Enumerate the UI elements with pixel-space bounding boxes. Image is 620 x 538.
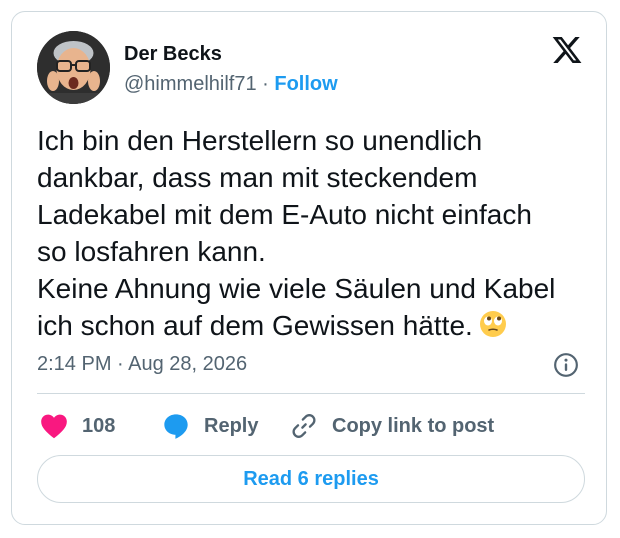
tweet-date[interactable]: Aug 28, 2026 xyxy=(128,353,247,375)
like-button[interactable]: 108 xyxy=(40,412,115,440)
reply-label: Reply xyxy=(204,414,259,437)
author-name[interactable]: Der Becks xyxy=(124,42,222,66)
author-handle[interactable]: @himmelhilf71 xyxy=(124,73,257,95)
time-separator: · xyxy=(111,353,129,375)
copy-link-button[interactable]: Copy link to post xyxy=(290,412,494,440)
tweet-text: Ich bin den Herstellern so unendlich dan… xyxy=(37,122,597,344)
tweet-time[interactable]: 2:14 PM xyxy=(37,353,111,375)
read-replies-button[interactable]: Read 6 replies xyxy=(37,455,585,503)
tweet-timestamp[interactable]: 2:14 PM · Aug 28, 2026 xyxy=(37,352,247,376)
info-icon[interactable] xyxy=(553,352,579,378)
tweet-card: Der Becks @himmelhilf71 · Follow Ich bin… xyxy=(11,11,607,525)
divider xyxy=(37,393,585,394)
reply-bubble-icon xyxy=(164,414,188,439)
follow-button[interactable]: Follow xyxy=(274,73,337,95)
heart-icon xyxy=(41,414,67,439)
read-replies-label: Read 6 replies xyxy=(243,467,379,490)
avatar[interactable] xyxy=(37,31,110,104)
like-count: 108 xyxy=(82,414,116,437)
x-logo-icon[interactable] xyxy=(551,34,583,66)
handle-separator: · xyxy=(256,73,275,95)
tweet-body: Ich bin den Herstellern so unendlich dan… xyxy=(37,125,556,341)
reply-button[interactable]: Reply xyxy=(162,412,258,440)
author-handle-row: @himmelhilf71 · Follow xyxy=(124,72,338,96)
face-with-rolling-eyes-icon xyxy=(479,311,506,337)
link-icon xyxy=(292,414,316,438)
copy-link-label: Copy link to post xyxy=(332,414,495,437)
